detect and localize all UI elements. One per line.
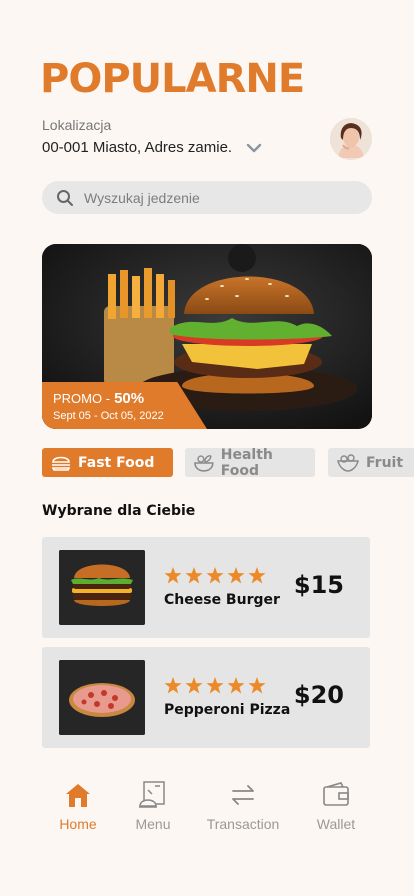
burger-icon: [51, 456, 71, 471]
home-icon: [66, 784, 90, 807]
nav-label: Home: [59, 816, 97, 832]
search-icon: [57, 189, 73, 206]
food-card-pepperoni-pizza[interactable]: Pepperoni Pizza $20: [42, 647, 370, 748]
star-icon: [248, 677, 266, 694]
category-label: Fast Food: [78, 454, 155, 471]
food-thumbnail: [59, 550, 145, 625]
food-price: $20: [293, 681, 344, 709]
avatar[interactable]: [330, 118, 372, 160]
food-price: $15: [293, 571, 344, 599]
wallet-icon: [323, 782, 349, 806]
location-selector[interactable]: 00-001 Miasto, Adres zamie.: [42, 139, 262, 156]
promo-title: PROMO -50%: [53, 390, 145, 407]
category-health-food[interactable]: Health Food: [185, 448, 315, 477]
star-icon: [206, 567, 224, 584]
nav-label: Menu: [135, 816, 171, 832]
nav-label: Wallet: [316, 816, 356, 832]
page-title: POPULARNE: [40, 56, 305, 102]
chevron-down-icon: [246, 143, 262, 152]
star-icon: [248, 567, 266, 584]
pizza-image: [59, 660, 145, 735]
star-icon: [164, 567, 182, 584]
bottom-nav: Home Menu Transaction Wallet: [0, 780, 414, 840]
food-name: Pepperoni Pizza: [164, 702, 291, 718]
promo-dates: Sept 05 - Oct 05, 2022: [53, 410, 164, 422]
location-label: Lokalizacja: [42, 117, 112, 133]
nav-transaction[interactable]: Transaction: [193, 780, 293, 832]
food-name: Cheese Burger: [164, 592, 280, 608]
search-bar[interactable]: [42, 181, 372, 214]
category-fruit[interactable]: Fruit: [328, 448, 414, 477]
category-label: Fruit: [366, 454, 404, 471]
nav-label: Transaction: [206, 816, 280, 832]
rating-stars: [164, 567, 266, 584]
fruit-icon: [337, 453, 359, 472]
star-icon: [185, 677, 203, 694]
food-card-cheese-burger[interactable]: Cheese Burger $15: [42, 537, 370, 638]
star-icon: [227, 567, 245, 584]
rating-stars: [164, 677, 266, 694]
category-fast-food[interactable]: Fast Food: [42, 448, 173, 477]
category-tabs: Fast Food Health Food Fruit: [0, 448, 414, 477]
star-icon: [164, 677, 182, 694]
promo-banner[interactable]: PROMO -50% Sept 05 - Oct 05, 2022: [42, 244, 372, 429]
menu-icon: [139, 781, 165, 808]
nav-wallet[interactable]: Wallet: [286, 780, 386, 832]
search-input[interactable]: [84, 189, 344, 206]
category-label: Health Food: [220, 448, 273, 477]
transaction-icon: [232, 785, 254, 805]
user-avatar-image: [330, 118, 372, 160]
star-icon: [227, 677, 245, 694]
nav-menu[interactable]: Menu: [103, 780, 203, 832]
star-icon: [206, 677, 224, 694]
salad-bowl-icon: [194, 454, 214, 472]
burger-image: [59, 550, 145, 625]
location-value: 00-001 Miasto, Adres zamie.: [42, 139, 233, 156]
food-thumbnail: [59, 660, 145, 735]
section-title: Wybrane dla Ciebie: [42, 503, 196, 519]
star-icon: [185, 567, 203, 584]
